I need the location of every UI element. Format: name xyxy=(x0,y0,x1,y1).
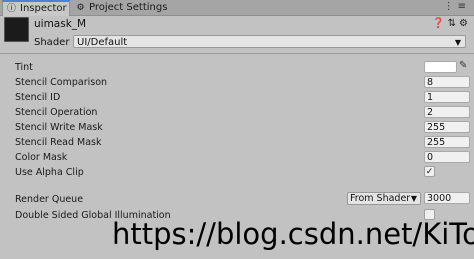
render-queue-mode-dropdown[interactable]: From Shader ▼ xyxy=(347,192,421,205)
color-mask-field[interactable]: 0 xyxy=(424,151,470,163)
color-mask-label: Color Mask xyxy=(15,152,68,163)
shader-dropdown[interactable]: UI/Default ▼ xyxy=(73,35,466,48)
checkmark-icon: ✓ xyxy=(425,167,434,177)
header-divider xyxy=(0,53,474,54)
stencil-comparison-label: Stencil Comparison xyxy=(15,77,108,88)
info-icon: ⓘ xyxy=(6,4,16,14)
shader-label: Shader xyxy=(34,37,70,48)
tab-project-settings[interactable]: ⚙ Project Settings xyxy=(72,0,167,15)
tab-inspector-label: Inspector xyxy=(20,3,67,14)
shader-value: UI/Default xyxy=(77,37,128,48)
tab-controls: ⋮≡ xyxy=(444,1,470,12)
gear-icon[interactable]: ⚙ xyxy=(459,18,471,29)
material-name: uimask_M xyxy=(34,18,87,30)
tab-project-settings-label: Project Settings xyxy=(89,2,168,13)
stencil-id-label: Stencil ID xyxy=(15,92,61,103)
more-options-icon[interactable]: ⋮ xyxy=(444,1,458,12)
stencil-operation-label: Stencil Operation xyxy=(15,107,98,118)
use-alpha-clip-checkbox[interactable]: ✓ xyxy=(424,166,435,177)
gear-icon: ⚙ xyxy=(76,3,85,13)
tint-color-field[interactable] xyxy=(424,61,457,73)
eyedropper-icon[interactable]: ✎ xyxy=(459,60,467,71)
render-queue-label: Render Queue xyxy=(15,194,84,205)
stencil-comparison-field[interactable]: 8 xyxy=(424,76,470,88)
help-icon[interactable]: ❓ xyxy=(432,18,447,29)
chevron-down-icon: ▼ xyxy=(454,38,461,47)
settings-sliders-icon[interactable]: ⇅ xyxy=(448,18,459,29)
header-icons: ❓⇅⚙ xyxy=(432,18,471,29)
tab-bar: ⓘ Inspector ⚙ Project Settings ⋮≡ xyxy=(0,0,474,16)
use-alpha-clip-label: Use Alpha Clip xyxy=(15,167,84,178)
render-queue-mode-value: From Shader xyxy=(350,193,411,204)
watermark-text: https://blog.csdn.net/KiTok xyxy=(112,217,474,251)
lock-icon[interactable]: ≡ xyxy=(458,1,470,12)
chevron-down-icon: ▼ xyxy=(410,194,417,203)
stencil-read-mask-field[interactable]: 255 xyxy=(424,136,470,148)
stencil-operation-field[interactable]: 2 xyxy=(424,106,470,118)
stencil-write-mask-label: Stencil Write Mask xyxy=(15,122,103,133)
tab-inspector[interactable]: ⓘ Inspector xyxy=(2,0,70,16)
render-queue-field[interactable]: 3000 xyxy=(424,192,470,204)
material-preview-thumbnail xyxy=(4,17,29,42)
stencil-read-mask-label: Stencil Read Mask xyxy=(15,137,102,148)
stencil-id-field[interactable]: 1 xyxy=(424,91,470,103)
tint-label: Tint xyxy=(15,62,33,73)
stencil-write-mask-field[interactable]: 255 xyxy=(424,121,470,133)
